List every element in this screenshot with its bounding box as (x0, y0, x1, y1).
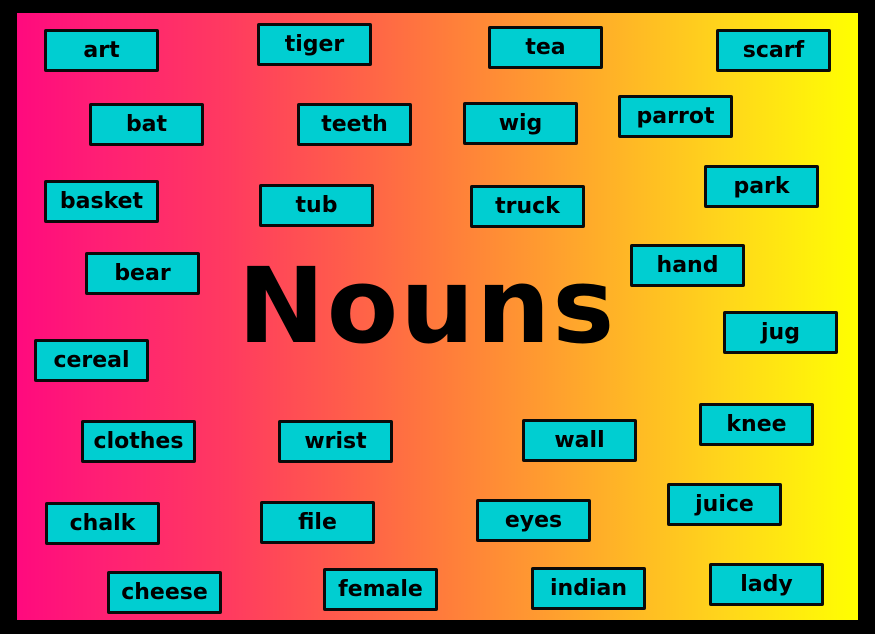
word-card-eyes[interactable]: eyes (476, 499, 591, 542)
word-card-knee[interactable]: knee (699, 403, 814, 446)
word-card-clothes[interactable]: clothes (81, 420, 196, 463)
word-card-tub[interactable]: tub (259, 184, 374, 227)
word-card-hand[interactable]: hand (630, 244, 745, 287)
word-card-wrist[interactable]: wrist (278, 420, 393, 463)
word-card-wig[interactable]: wig (463, 102, 578, 145)
word-card-jug[interactable]: jug (723, 311, 838, 354)
word-card-bear[interactable]: bear (85, 252, 200, 295)
word-card-cheese[interactable]: cheese (107, 571, 222, 614)
word-card-chalk[interactable]: chalk (45, 502, 160, 545)
word-card-female[interactable]: female (323, 568, 438, 611)
board-title: Nouns (237, 245, 617, 367)
word-card-tiger[interactable]: tiger (257, 23, 372, 66)
word-card-cereal[interactable]: cereal (34, 339, 149, 382)
word-card-parrot[interactable]: parrot (618, 95, 733, 138)
word-card-file[interactable]: file (260, 501, 375, 544)
word-card-park[interactable]: park (704, 165, 819, 208)
word-card-basket[interactable]: basket (44, 180, 159, 223)
word-card-wall[interactable]: wall (522, 419, 637, 462)
word-card-bat[interactable]: bat (89, 103, 204, 146)
word-card-art[interactable]: art (44, 29, 159, 72)
word-card-teeth[interactable]: teeth (297, 103, 412, 146)
word-card-scarf[interactable]: scarf (716, 29, 831, 72)
word-card-juice[interactable]: juice (667, 483, 782, 526)
nouns-board: Nouns art tiger tea scarf bat teeth wig … (17, 13, 858, 620)
word-card-lady[interactable]: lady (709, 563, 824, 606)
word-card-truck[interactable]: truck (470, 185, 585, 228)
word-card-indian[interactable]: indian (531, 567, 646, 610)
word-card-tea[interactable]: tea (488, 26, 603, 69)
